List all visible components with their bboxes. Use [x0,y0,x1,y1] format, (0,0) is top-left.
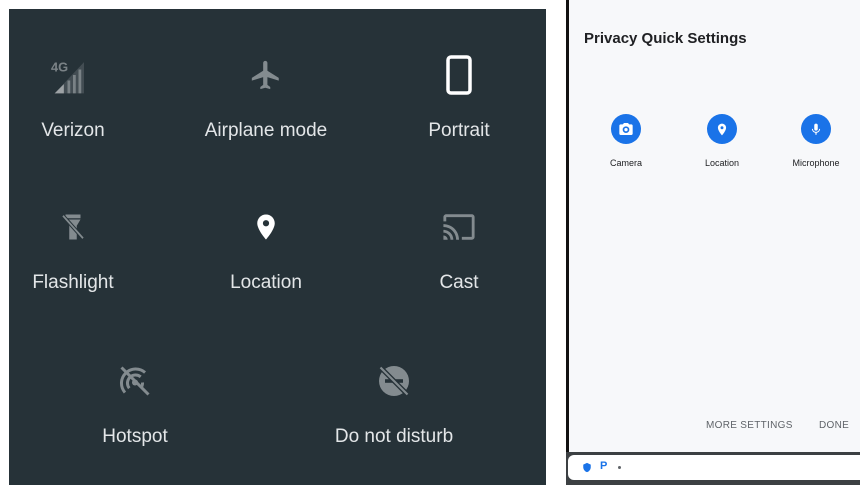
quick-settings-panel: 4G Verizon Airplane mode Portrait Flashl… [9,9,546,485]
tile-verizon[interactable]: 4G Verizon [0,53,153,142]
tile-hotspot[interactable]: Hotspot [55,359,215,448]
shield-icon [583,462,591,473]
privacy-tile-location[interactable]: Location [677,114,767,168]
hotspot-icon [113,359,157,403]
tile-do-not-disturb[interactable]: Do not disturb [314,359,474,448]
flashlight-icon [51,205,95,249]
tile-flashlight[interactable]: Flashlight [0,205,153,294]
tile-location[interactable]: Location [186,205,346,294]
tile-label-location: Location [230,272,302,293]
do-not-disturb-icon [372,359,416,403]
more-settings-button[interactable]: MORE SETTINGS [706,420,793,431]
location-pin-icon [707,114,737,144]
tile-label-airplane-mode: Airplane mode [204,120,328,141]
notification-dot [618,466,621,469]
privacy-quick-settings-panel: Privacy Quick Settings Camera Location M… [566,0,860,485]
tile-label-flashlight: Flashlight [32,272,114,293]
tile-label-cast: Cast [439,272,479,293]
camera-icon [611,114,641,144]
privacy-tile-label-location: Location [704,158,740,168]
location-pin-icon [244,205,288,249]
signal-4g-icon: 4G [51,53,95,97]
done-button[interactable]: DONE [819,420,849,431]
microphone-icon [801,114,831,144]
tile-label-verizon: Verizon [41,120,105,141]
status-bar-strip: P [568,455,860,480]
tile-cast[interactable]: Cast [379,205,539,294]
privacy-tile-microphone[interactable]: Microphone [771,114,860,168]
tile-label-hotspot: Hotspot [102,426,168,447]
tile-label-do-not-disturb: Do not disturb [334,426,454,447]
network-badge: 4G [51,59,68,74]
tile-airplane-mode[interactable]: Airplane mode [186,53,346,142]
tile-label-portrait: Portrait [428,120,490,141]
app-indicator: P [600,460,608,472]
airplane-icon [244,53,288,97]
privacy-tile-label-camera: Camera [609,158,642,168]
privacy-panel-body: Privacy Quick Settings Camera Location M… [569,0,860,452]
cast-icon [437,205,481,249]
tile-portrait[interactable]: Portrait [379,53,539,142]
privacy-tile-label-microphone: Microphone [792,158,840,168]
portrait-phone-icon [437,53,481,97]
privacy-tile-camera[interactable]: Camera [581,114,671,168]
status-bar: P [566,452,860,485]
panel-title: Privacy Quick Settings [584,30,747,47]
